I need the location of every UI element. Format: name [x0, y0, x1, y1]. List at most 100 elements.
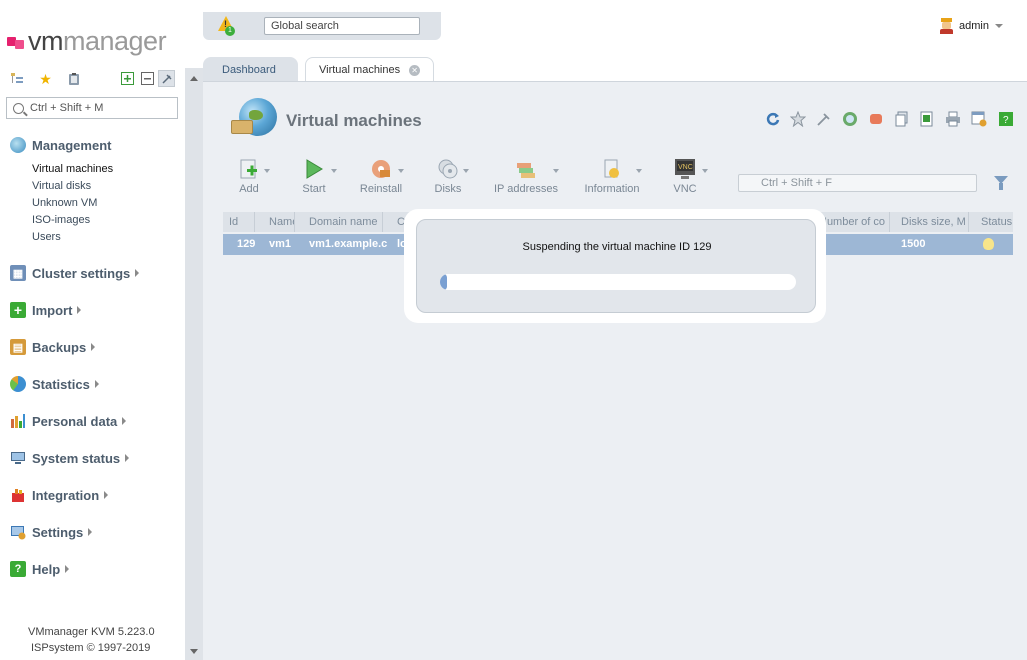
tab-virtual-machines[interactable]: Virtual machines ✕ [305, 57, 434, 82]
username: admin [959, 20, 989, 32]
refresh-icon[interactable] [765, 111, 781, 127]
chevron-down-icon [264, 169, 270, 173]
clipboard-icon[interactable] [65, 70, 82, 87]
disks-button[interactable]: Disks [431, 158, 469, 195]
menu-group-label: Integration [32, 487, 100, 503]
menu-group-label: Statistics [32, 376, 90, 392]
progress-bar [440, 274, 796, 290]
information-button[interactable]: Information [584, 158, 642, 195]
pin-icon[interactable] [158, 70, 175, 87]
vnc-label: VNC [673, 183, 697, 195]
menu-group-management[interactable]: Management [10, 137, 111, 153]
sidebar-item-virtual-disks[interactable]: Virtual disks [32, 180, 91, 192]
menu-group-cluster-settings[interactable]: ▦ Cluster settings [10, 265, 140, 281]
logo-mark-icon [7, 34, 25, 49]
favorite-star-icon[interactable] [790, 111, 806, 127]
expand-all-icon[interactable] [119, 70, 136, 87]
chevron-down-icon [636, 169, 642, 173]
play-icon [303, 158, 325, 180]
status-bulb-icon [983, 238, 994, 250]
menu-group-system-status[interactable]: System status [10, 450, 130, 466]
logo-text-manager: manager [63, 25, 167, 56]
version-footer: VMmanager KVM 5.223.0 ISPsystem © 1997-2… [28, 624, 155, 656]
export-excel-icon[interactable] [919, 111, 935, 127]
help-icon[interactable]: ? [998, 111, 1014, 127]
tab-dashboard[interactable]: Dashboard [203, 57, 298, 82]
cell-id: 129 [237, 238, 256, 250]
information-label: Information [584, 183, 640, 195]
globe-icon [10, 137, 26, 153]
sidebar-search-input[interactable] [30, 102, 170, 114]
menu-group-statistics[interactable]: Statistics [10, 376, 99, 392]
global-search-input[interactable] [264, 17, 420, 35]
sidebar-item-iso-images[interactable]: ISO-images [32, 214, 90, 226]
chevron-down-icon [994, 24, 1003, 28]
ip-addresses-label: IP addresses [493, 183, 558, 195]
print-icon[interactable] [945, 111, 961, 127]
menu-group-label: System status [32, 450, 121, 466]
menu-group-label: Settings [32, 524, 84, 540]
menu-group-personal-data[interactable]: Personal data [10, 413, 127, 429]
copy-icon[interactable] [894, 111, 910, 127]
start-label: Start [302, 183, 326, 195]
sidebar-search-field[interactable] [6, 97, 178, 119]
progress-bar-fill [440, 274, 448, 290]
network-icon [515, 158, 537, 180]
favorites-star-icon[interactable]: ★ [37, 70, 54, 87]
sidebar-collapse-strip[interactable] [185, 68, 203, 660]
ip-addresses-button[interactable]: IP addresses [493, 158, 559, 195]
column-disks-size[interactable]: Disks size, M [895, 212, 969, 232]
tree-view-icon[interactable] [8, 70, 25, 87]
chevron-right-icon [88, 528, 93, 536]
status-bar [203, 652, 1027, 660]
progress-dialog: Suspending the virtual machine ID 129 [404, 209, 826, 323]
tab-label: Virtual machines [319, 64, 401, 76]
table-search-input[interactable] [738, 174, 977, 192]
svg-text:?: ? [1003, 115, 1009, 126]
column-name[interactable]: Name [263, 212, 295, 232]
pin-icon[interactable] [816, 111, 832, 127]
add-button[interactable]: Add [233, 158, 270, 195]
column-id[interactable]: Id [223, 212, 255, 232]
chevron-right-icon [122, 417, 127, 425]
reinstall-label: Reinstall [359, 183, 403, 195]
app-logo[interactable]: vm manager [7, 25, 167, 56]
cell-domain: vm1.example.c [309, 238, 388, 250]
menu-group-settings[interactable]: Settings [10, 524, 93, 540]
menu-group-help[interactable]: ? Help [10, 561, 70, 577]
vnc-button[interactable]: VNC VNC [671, 158, 708, 195]
collapse-all-icon[interactable] [139, 70, 156, 87]
notification-count-badge: 1 [225, 26, 235, 36]
chevron-right-icon [94, 380, 99, 388]
notifications-icon[interactable]: ! 1 [217, 16, 235, 36]
menu-group-integration[interactable]: Integration [10, 487, 109, 503]
chevron-down-icon [463, 169, 469, 173]
bar-chart-icon [10, 413, 26, 429]
version-text: VMmanager KVM 5.223.0 [28, 626, 155, 638]
sidebar-item-unknown-vm[interactable]: Unknown VM [32, 197, 97, 209]
column-status[interactable]: Status [975, 212, 1013, 232]
chevron-right-icon [91, 343, 96, 351]
scroll-down-icon[interactable] [190, 649, 198, 654]
globe-settings-icon[interactable] [842, 111, 858, 127]
monitor-icon [10, 450, 26, 466]
spacer [185, 0, 203, 68]
progress-message: Suspending the virtual machine ID 129 [522, 241, 712, 253]
menu-group-backups[interactable]: ▤ Backups [10, 339, 96, 355]
table-settings-icon[interactable] [971, 111, 987, 127]
chevron-down-icon [331, 169, 337, 173]
scroll-up-icon[interactable] [190, 76, 198, 81]
user-menu[interactable]: admin [940, 18, 1003, 34]
copyright-text: ISPsystem © 1997-2019 [31, 642, 151, 654]
menu-group-label: Backups [32, 339, 87, 355]
reinstall-button[interactable]: Reinstall [358, 158, 404, 195]
close-tab-icon[interactable]: ✕ [409, 64, 421, 76]
start-button[interactable]: Start [300, 158, 337, 195]
top-bar: ! 1 [203, 12, 441, 40]
column-domain-name[interactable]: Domain name [303, 212, 383, 232]
menu-group-import[interactable]: + Import [10, 302, 82, 318]
sidebar-item-virtual-machines[interactable]: Virtual machines [32, 163, 113, 175]
sidebar-item-users[interactable]: Users [32, 231, 61, 243]
database-icon[interactable] [868, 111, 884, 127]
filter-icon[interactable] [994, 176, 1008, 190]
